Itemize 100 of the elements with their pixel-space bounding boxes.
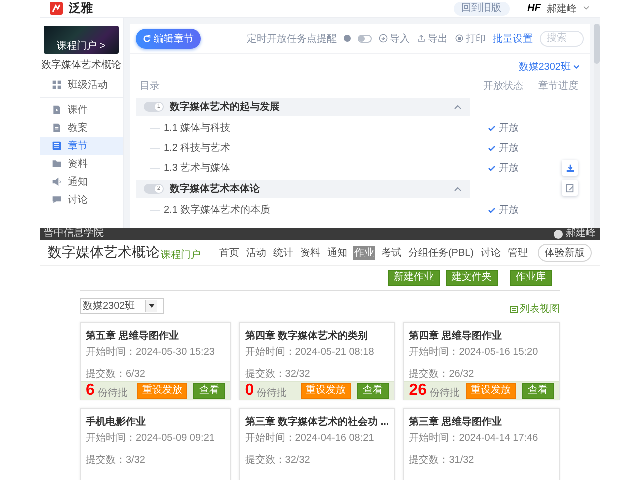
status-text: 开放 [499, 204, 519, 217]
submission-count: 提交数：3/32 [85, 454, 146, 467]
cover-label[interactable]: 课程门户 > [44, 41, 119, 53]
start-time: 开始时间：2024-05-16 15:20 [408, 346, 540, 359]
toolbar-button[interactable]: 打印 [455, 32, 486, 46]
folder-icon [52, 159, 62, 169]
submission-count: 提交数：26/32 [408, 368, 476, 381]
assignment-title[interactable]: 第四章 思维导图作业 [404, 323, 559, 343]
start-time: 开始时间：2024-05-21 08:18 [244, 346, 376, 359]
class-dropdown[interactable]: 数媒2302班 [80, 298, 164, 314]
start-time: 开始时间：2024-04-14 17:46 [408, 432, 540, 445]
action-button[interactable]: 作业库 [510, 270, 552, 286]
view-button[interactable]: 查看 [357, 383, 390, 399]
section-title[interactable]: 1.2 科技与艺术 [164, 141, 231, 155]
caret-icon[interactable] [583, 6, 590, 11]
status-text: 开放 [499, 122, 519, 135]
list-view-link[interactable]: 列表视图 [510, 302, 560, 316]
view-button[interactable]: 查看 [522, 383, 554, 399]
submission-count: 提交数：31/32 [408, 454, 476, 467]
toolbar-button[interactable]: 导入 [379, 32, 410, 46]
assignment-title[interactable]: 第三章 思维导图作业 [404, 409, 559, 429]
start-time: 开始时间：2024-04-16 08:21 [244, 432, 376, 445]
nav-tab[interactable]: 首页 [218, 246, 240, 260]
user-logo: HF [528, 3, 541, 14]
column-header: 章节进度 [538, 80, 580, 93]
nav-tab[interactable]: 作业 [353, 246, 376, 260]
assignment-title[interactable]: 第五章 思维导图作业 [81, 323, 230, 343]
sidebar-item[interactable]: 班级活动 [40, 76, 123, 94]
action-button[interactable]: 新建作业 [388, 270, 440, 286]
check-icon [488, 144, 496, 152]
chevron-up-icon[interactable] [454, 104, 462, 110]
toolbar-button[interactable]: 导出 [417, 32, 448, 46]
refresh-icon [143, 34, 151, 42]
nav-tab[interactable]: 分组任务(PBL) [407, 246, 475, 260]
view-button[interactable]: 查看 [193, 383, 226, 399]
nav-tab[interactable]: 管理 [507, 246, 529, 260]
section-title[interactable]: 1.1 媒体与科技 [164, 121, 231, 135]
user-menu[interactable]: 郝建峰 [547, 2, 577, 16]
list-icon [510, 306, 518, 312]
edit-button[interactable] [562, 180, 578, 196]
course-title: 数字媒体艺术概论 [48, 244, 160, 262]
nav-tab[interactable]: 通知 [326, 246, 348, 260]
avatar[interactable] [554, 230, 563, 238]
check-icon [488, 206, 496, 214]
speaker-icon [52, 177, 62, 187]
action-button[interactable]: 建文件夹 [446, 270, 498, 286]
sidebar-item[interactable]: 资料 [40, 155, 123, 173]
grid-icon [52, 80, 62, 90]
submission-count: 提交数：32/32 [244, 454, 312, 467]
document-icon [52, 105, 62, 115]
sidebar-item[interactable]: 章节 [40, 137, 123, 155]
pending-count: 0 [245, 382, 254, 400]
chat-icon [52, 195, 62, 205]
nav-tab[interactable]: 统计 [272, 246, 294, 260]
portal-link[interactable]: 课程门户 [161, 248, 201, 262]
check-icon [488, 124, 496, 132]
nav-tab[interactable]: 活动 [245, 246, 268, 260]
scrollbar[interactable] [594, 24, 600, 228]
sidebar-item[interactable]: 教案 [40, 119, 123, 137]
nav-tab[interactable]: 考试 [380, 246, 402, 260]
toggle-switch[interactable] [358, 34, 372, 42]
batch-settings-link[interactable]: 批量设置 [493, 32, 533, 46]
reminder-label: 定时开放任务点提醒 [247, 32, 337, 46]
submission-count: 提交数：32/32 [244, 368, 312, 381]
new-version-button[interactable]: 体验新版 [538, 244, 592, 262]
assignment-title[interactable]: 第三章 数字媒体艺术的社会功 ... [240, 409, 394, 429]
photo-placeholder[interactable]: 课程门户 > [44, 26, 119, 54]
submission-count: 提交数：6/32 [85, 368, 146, 381]
section-title[interactable]: 1.3 艺术与媒体 [164, 161, 231, 175]
status-text: 开放 [499, 162, 519, 175]
chevron-up-icon[interactable] [454, 186, 462, 192]
search-field[interactable]: 搜索 [540, 30, 584, 46]
edit-chapter-button[interactable]: 编辑章节 [136, 28, 201, 48]
start-time: 开始时间：2024-05-30 15:23 [85, 346, 216, 359]
document-icon [52, 123, 62, 133]
section-title[interactable]: 2.1 数字媒体艺术的本质 [164, 203, 271, 217]
pending-label: 份待批 [430, 386, 460, 400]
download-icon [566, 164, 574, 172]
sidebar-item[interactable]: 讨论 [40, 191, 123, 209]
check-icon [488, 164, 496, 172]
list-heading: 目录 [139, 80, 160, 93]
class-selector[interactable]: 数媒2302班 [518, 60, 580, 74]
assignment-title[interactable]: 手机电影作业 [81, 409, 230, 429]
import-icon [379, 34, 388, 43]
status-text: 开放 [499, 142, 519, 155]
caret-icon [148, 304, 154, 308]
nav-tab[interactable]: 资料 [299, 246, 322, 260]
download-button[interactable] [562, 160, 578, 176]
pending-label: 份待批 [257, 386, 288, 400]
sidebar-item[interactable]: 通知 [40, 173, 123, 191]
assignment-title[interactable]: 第四章 数字媒体艺术的类别 [240, 323, 394, 343]
info-icon [344, 35, 351, 42]
user-menu[interactable]: 郝建峰 [566, 228, 596, 240]
list-icon [52, 141, 62, 151]
brand-name: 泛雅 [69, 0, 93, 17]
export-icon [417, 34, 426, 43]
nav-tab[interactable]: 讨论 [480, 246, 502, 260]
pending-count: 6 [86, 382, 95, 400]
column-header: 开放状态 [482, 80, 524, 93]
sidebar-item[interactable]: 课件 [40, 101, 123, 119]
